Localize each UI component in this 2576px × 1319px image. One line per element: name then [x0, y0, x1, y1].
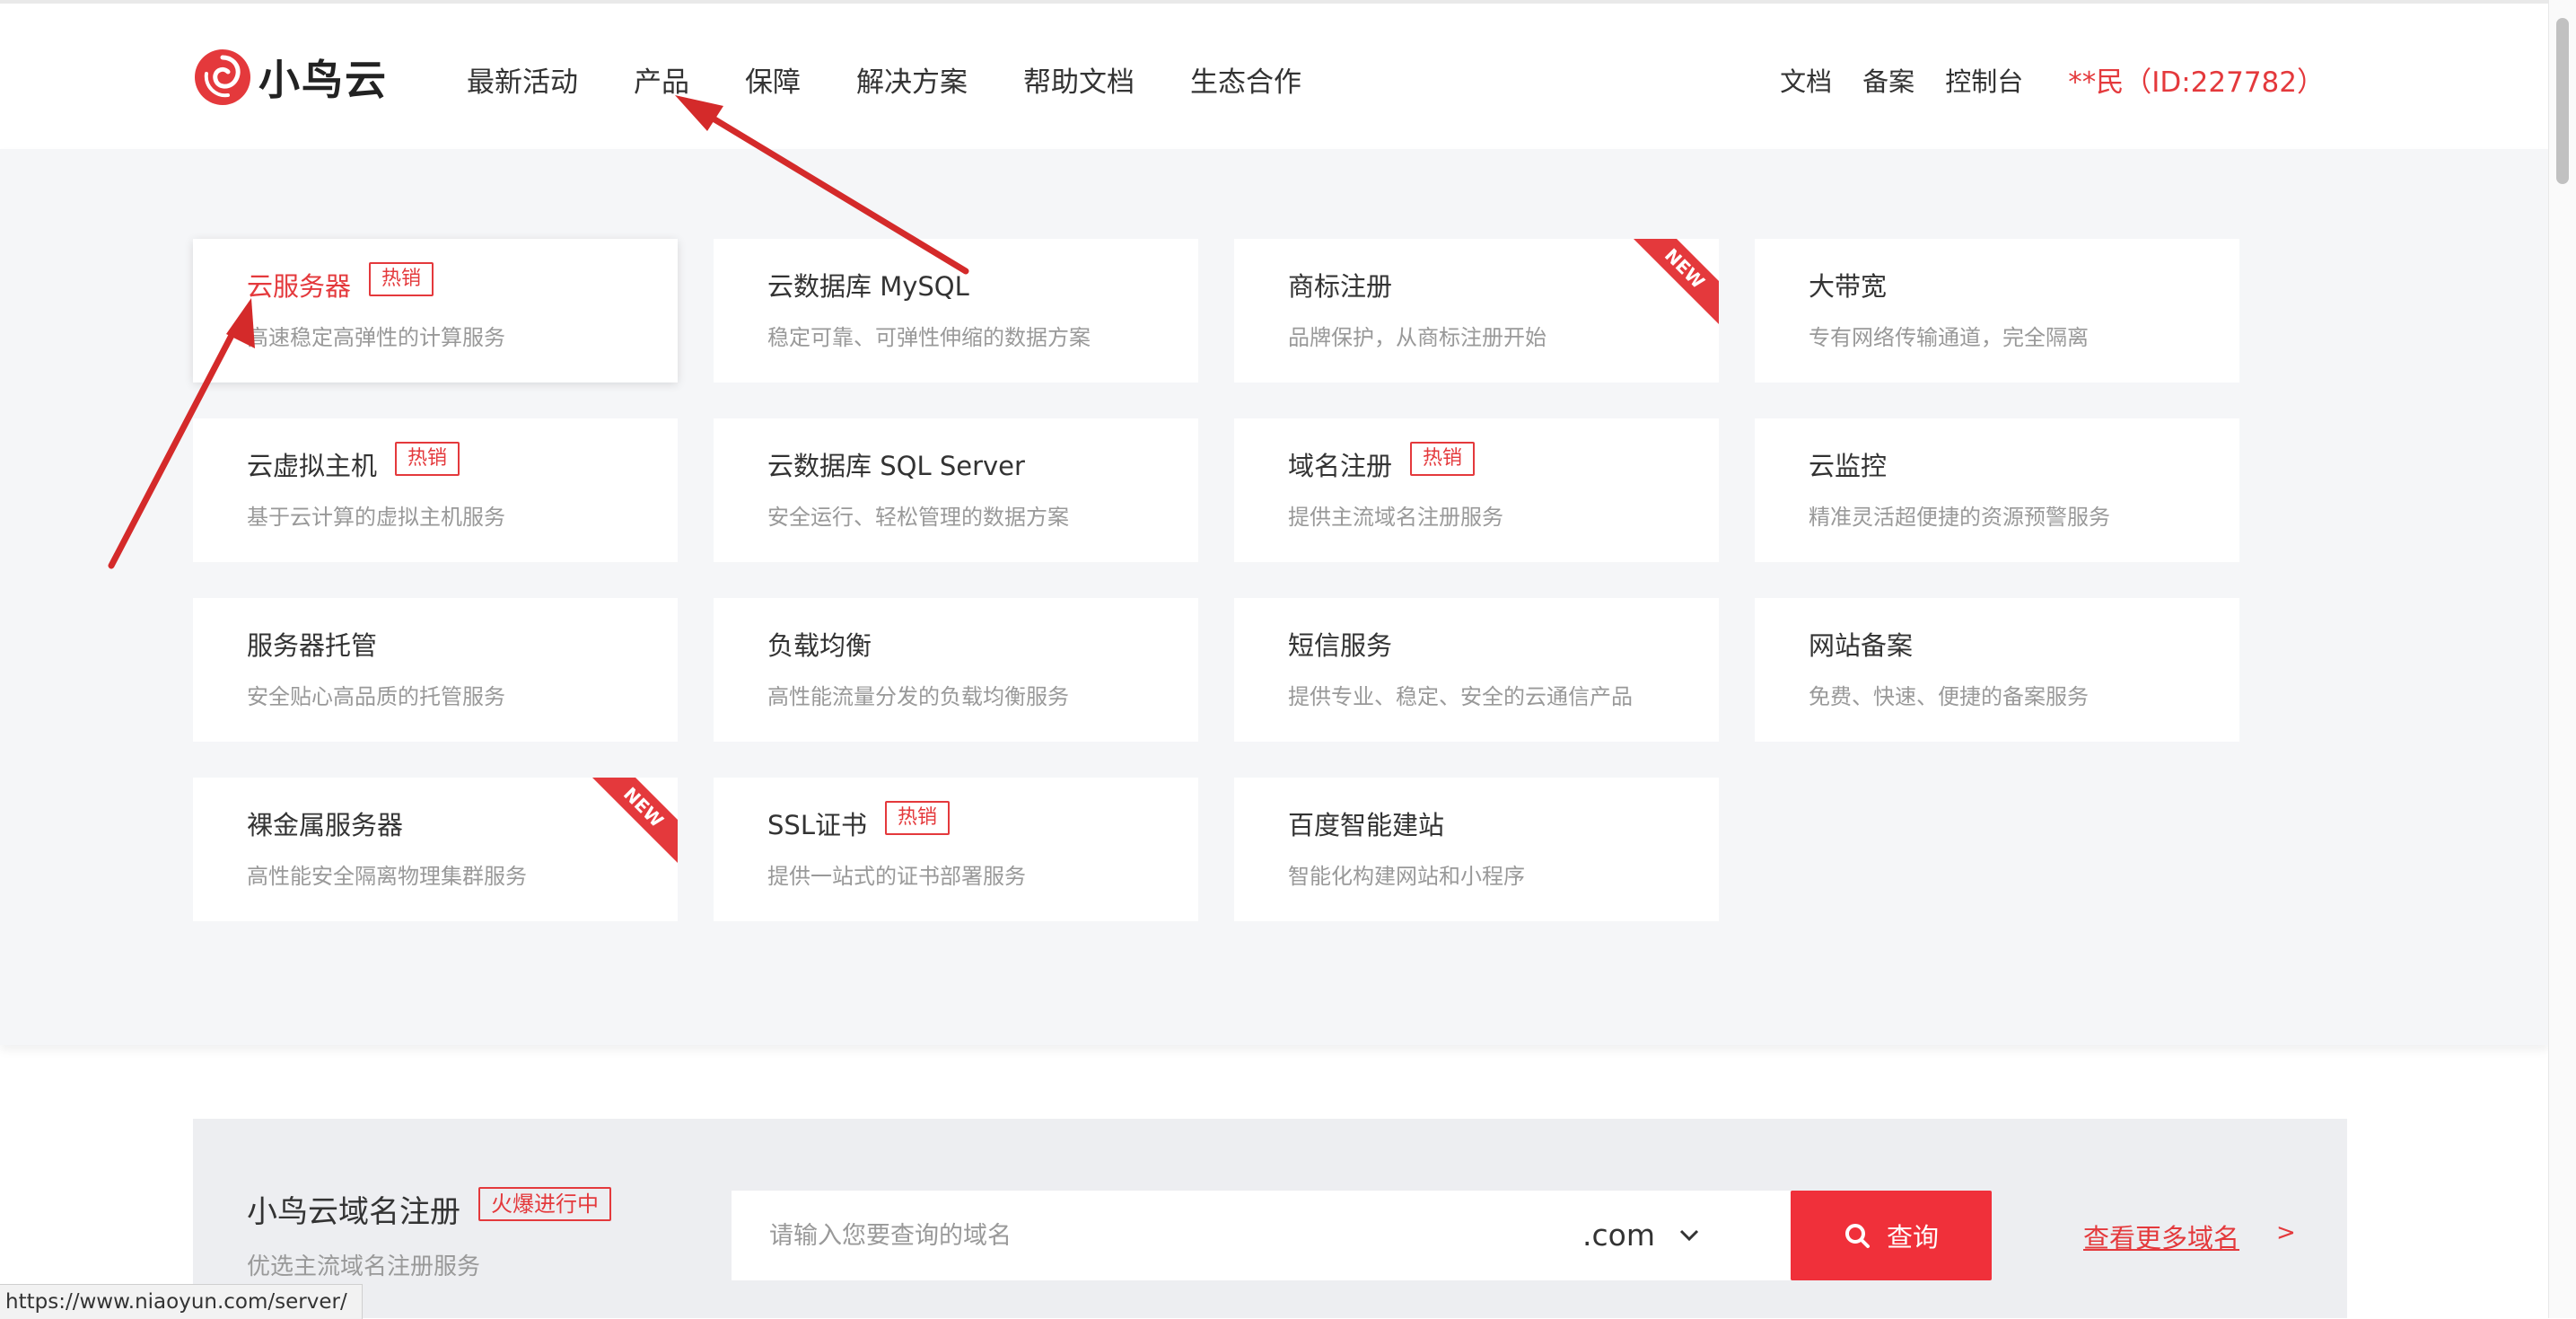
nav-latest-activities[interactable]: 最新活动 — [467, 59, 578, 100]
domain-search-box: .com — [732, 1191, 1791, 1280]
hot-tag: 热销 — [395, 442, 460, 476]
domain-suffix-value: .com — [1582, 1218, 1655, 1253]
product-card-mysql[interactable]: 云数据库 MySQL 稳定可靠、可弹性伸缩的数据方案 — [714, 239, 1198, 383]
more-domains-link[interactable]: 查看更多域名 — [2083, 1218, 2239, 1255]
product-card-domain[interactable]: 域名注册 热销 提供主流域名注册服务 — [1234, 418, 1719, 562]
product-title: 云数据库 SQL Server — [767, 451, 1025, 481]
product-title: SSL证书 — [767, 810, 867, 840]
nav-guarantee[interactable]: 保障 — [745, 59, 801, 100]
product-card-trademark[interactable]: 商标注册 品牌保护，从商标注册开始 NEW — [1234, 239, 1719, 383]
product-desc: 稳定可靠、可弹性伸缩的数据方案 — [767, 325, 1091, 350]
product-title: 大带宽 — [1809, 271, 1888, 302]
product-desc: 品牌保护，从商标注册开始 — [1288, 325, 1546, 350]
new-ribbon: NEW — [1623, 239, 1719, 330]
product-desc: 安全运行、轻松管理的数据方案 — [767, 505, 1069, 530]
new-ribbon: NEW — [582, 778, 678, 869]
product-card-sql-server[interactable]: 云数据库 SQL Server 安全运行、轻松管理的数据方案 — [714, 418, 1198, 562]
hot-tag: 热销 — [369, 262, 434, 296]
product-desc: 智能化构建网站和小程序 — [1288, 864, 1525, 889]
domain-suffix-select[interactable]: .com — [1582, 1218, 1700, 1253]
product-desc: 安全贴心高品质的托管服务 — [247, 684, 505, 709]
docs-link[interactable]: 文档 — [1780, 61, 1832, 99]
header-right-links: 文档 备案 控制台 **民（ID:227782） — [1749, 59, 2325, 100]
scrollbar-thumb[interactable] — [2556, 18, 2569, 184]
product-title: 域名注册 — [1288, 451, 1393, 481]
product-card-hosting[interactable]: 服务器托管 安全贴心高品质的托管服务 — [193, 598, 678, 742]
search-button-label: 查询 — [1886, 1222, 1939, 1253]
promo-tag: 火爆进行中 — [478, 1186, 611, 1221]
domain-section-subtitle: 优选主流域名注册服务 — [247, 1253, 481, 1280]
product-title: 网站备案 — [1809, 630, 1914, 661]
product-card-bandwidth[interactable]: 大带宽 专有网络传输通道，完全隔离 — [1755, 239, 2239, 383]
product-card-icp-filing[interactable]: 网站备案 免费、快速、便捷的备案服务 — [1755, 598, 2239, 742]
filing-link[interactable]: 备案 — [1862, 61, 1914, 99]
nav-products[interactable]: 产品 — [634, 59, 689, 154]
product-desc: 高性能流量分发的负载均衡服务 — [767, 684, 1069, 709]
product-card-bare-metal[interactable]: 裸金属服务器 高性能安全隔离物理集群服务 NEW — [193, 778, 678, 921]
product-title: 云监控 — [1809, 451, 1888, 481]
product-desc: 高速稳定高弹性的计算服务 — [247, 325, 505, 350]
console-link[interactable]: 控制台 — [1945, 61, 2023, 99]
product-title: 服务器托管 — [247, 630, 378, 661]
product-title: 云服务器 — [247, 271, 352, 302]
products-dropdown-panel: 云服务器 热销 高速稳定高弹性的计算服务 云数据库 MySQL 稳定可靠、可弹性伸… — [0, 149, 2549, 1045]
product-title: 负载均衡 — [767, 630, 872, 661]
product-title: 云虚拟主机 — [247, 451, 378, 481]
chevron-down-icon — [1679, 1229, 1699, 1241]
hot-tag: 热销 — [1410, 442, 1476, 476]
product-title: 短信服务 — [1288, 630, 1393, 661]
site-logo[interactable]: 小鸟云 — [192, 47, 388, 108]
nav-solutions[interactable]: 解决方案 — [856, 59, 968, 100]
user-account-link[interactable]: **民（ID:227782） — [2068, 59, 2325, 100]
product-title: 云数据库 MySQL — [767, 271, 969, 302]
domain-search-input[interactable] — [732, 1191, 1539, 1280]
domain-search-section: 小鸟云域名注册 火爆进行中 优选主流域名注册服务 .com 查询 查看更多域名 … — [193, 1119, 2347, 1318]
product-title: 百度智能建站 — [1288, 810, 1445, 840]
domain-search-button[interactable]: 查询 — [1791, 1191, 1992, 1280]
product-title: 裸金属服务器 — [247, 810, 404, 840]
product-card-cloud-server[interactable]: 云服务器 热销 高速稳定高弹性的计算服务 — [193, 239, 678, 383]
logo-text: 小鸟云 — [258, 56, 388, 104]
product-card-site-builder[interactable]: 百度智能建站 智能化构建网站和小程序 — [1234, 778, 1719, 921]
product-desc: 高性能安全隔离物理集群服务 — [247, 864, 527, 889]
product-card-ssl[interactable]: SSL证书 热销 提供一站式的证书部署服务 — [714, 778, 1198, 921]
hot-tag: 热销 — [884, 801, 950, 835]
link-status-bar: https://www.niaoyun.com/server/ — [0, 1284, 363, 1319]
product-desc: 提供一站式的证书部署服务 — [767, 864, 1026, 889]
nav-help-docs[interactable]: 帮助文档 — [1023, 59, 1135, 100]
product-card-virtual-host[interactable]: 云虚拟主机 热销 基于云计算的虚拟主机服务 — [193, 418, 678, 562]
nav-ecosystem[interactable]: 生态合作 — [1190, 59, 1301, 100]
main-nav: 最新活动 产品 保障 解决方案 帮助文档 生态合作 — [467, 59, 1357, 154]
product-card-load-balancer[interactable]: 负载均衡 高性能流量分发的负载均衡服务 — [714, 598, 1198, 742]
product-desc: 免费、快速、便捷的备案服务 — [1809, 684, 2089, 709]
product-desc: 提供专业、稳定、安全的云通信产品 — [1288, 684, 1633, 709]
logo-swirl-icon — [195, 49, 250, 105]
product-desc: 专有网络传输通道，完全隔离 — [1809, 325, 2089, 350]
product-card-sms[interactable]: 短信服务 提供专业、稳定、安全的云通信产品 — [1234, 598, 1719, 742]
page-scrollbar[interactable] — [2548, 0, 2576, 1318]
search-icon — [1844, 1224, 1870, 1248]
more-domains-arrow[interactable]: > — [2276, 1219, 2296, 1246]
product-title: 商标注册 — [1288, 271, 1393, 302]
domain-section-title: 小鸟云域名注册 — [247, 1194, 460, 1230]
product-card-monitoring[interactable]: 云监控 精准灵活超便捷的资源预警服务 — [1755, 418, 2239, 562]
site-header: 小鸟云 最新活动 产品 保障 解决方案 帮助文档 生态合作 文档 备案 控制台 … — [0, 4, 2549, 154]
product-desc: 提供主流域名注册服务 — [1288, 505, 1503, 530]
product-desc: 精准灵活超便捷的资源预警服务 — [1809, 505, 2110, 530]
product-desc: 基于云计算的虚拟主机服务 — [247, 505, 505, 530]
